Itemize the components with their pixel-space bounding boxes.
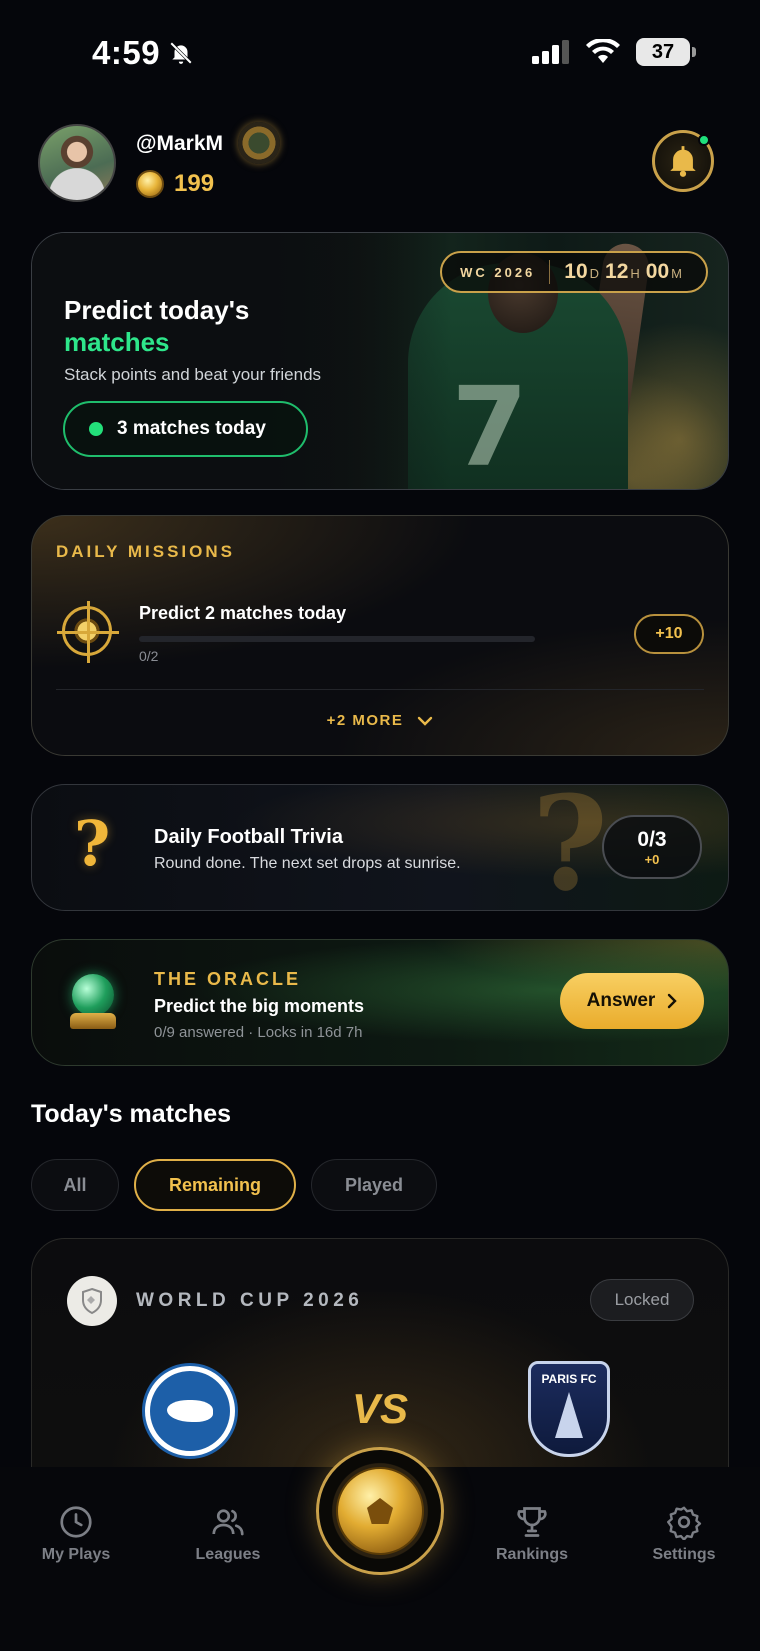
match-filter-tabs: All Remaining Played [31,1159,437,1211]
tab-remaining[interactable]: Remaining [134,1159,296,1211]
coin-amount: 199 [174,170,215,197]
chevron-right-icon [668,993,678,1009]
coin-balance: 199 [136,170,214,198]
muted-bell-icon [170,42,192,64]
battery-level: 37 [651,40,675,63]
nav-settings[interactable]: Settings [624,1504,744,1564]
answer-button[interactable]: Answer [560,973,704,1029]
tab-played[interactable]: Played [311,1159,437,1211]
trivia-card[interactable]: ? ? Daily Football Trivia Round done. Th… [31,784,729,911]
versus-label: VS [351,1385,409,1432]
countdown-time: 10 D 12 H 00 M [564,260,688,284]
missions-divider [56,689,704,690]
chevron-down-icon [418,716,433,726]
trivia-subtitle: Round done. The next set drops at sunris… [154,855,461,872]
countdown-days: 10 [564,260,588,283]
hero-title: Predict today's [64,295,250,325]
tab-all[interactable]: All [31,1159,119,1211]
oracle-subtitle: 0/9 answered · Locks in 16d 7h [154,1024,363,1041]
eiffel-tower-icon [555,1392,583,1438]
username: @MarkM [136,132,223,155]
battery-icon: 37 [636,38,696,66]
crystal-ball-icon [72,974,114,1016]
countdown-badge: WC 2026 10 D 12 H 00 M [440,251,708,293]
cellular-signal-icon [532,40,569,64]
mission-reward: +10 [634,614,704,654]
competition-name: WORLD CUP 2026 [136,1290,364,1311]
users-icon [212,1509,244,1536]
away-team-crest: PARIS FC [528,1361,610,1457]
countdown-minutes-unit: M [671,266,682,281]
rank-badge-icon[interactable] [238,122,280,164]
gear-icon [667,1506,702,1540]
hero-card[interactable]: 7 WC 2026 10 D 12 H 00 M Predict today's matc… [31,232,729,490]
bell-icon [670,146,696,177]
trivia-score: 0/3 [637,827,667,851]
countdown-label: WC 2026 [460,264,536,280]
more-missions-label: +2 MORE [326,712,404,729]
countdown-days-unit: D [589,266,600,281]
status-indicators: 37 [532,38,696,66]
live-dot [89,422,103,436]
avatar[interactable] [38,124,116,202]
nav-my-plays-label: My Plays [41,1546,111,1563]
nav-my-plays[interactable]: My Plays [16,1504,136,1564]
oracle-card[interactable]: THE ORACLE Predict the big moments 0/9 a… [31,939,729,1066]
shield-icon [82,1287,102,1315]
coin-icon [136,170,164,198]
oracle-label: THE ORACLE [154,969,301,989]
wifi-icon [586,39,620,63]
trivia-title: Daily Football Trivia [154,826,343,848]
play-ball-button[interactable] [316,1447,444,1575]
away-crest-text: PARIS FC [541,1372,597,1386]
status-badge: Locked [590,1279,694,1321]
competition-logo-icon [67,1276,117,1326]
missions-title: DAILY MISSIONS [56,542,235,561]
matches-today-label: 3 matches today [117,418,266,439]
hero-title-highlight: matches [64,327,170,357]
nav-settings-label: Settings [652,1546,716,1563]
mission-progress-text: 0/2 [139,648,159,664]
oracle-title: Predict the big moments [154,996,365,1016]
countdown-hours-unit: H [630,266,640,281]
mission-name: Predict 2 matches today [139,603,347,623]
trophy-icon [517,1507,547,1537]
question-background-icon: ? [531,784,608,911]
countdown-divider [549,260,551,284]
matches-section-title: Today's matches [31,1100,231,1128]
football-panel [367,1498,393,1524]
answer-button-label: Answer [586,990,656,1011]
mission-progress-bar [139,636,535,642]
countdown-minutes: 00 [645,260,670,283]
football-icon [336,1467,424,1555]
nav-leagues-label: Leagues [195,1546,261,1563]
trivia-score-badge: 0/3 +0 [602,815,702,879]
question-mark-icon: ? [74,807,111,880]
clock-icon [60,1506,92,1538]
hero-subtitle: Stack points and beat your friends [64,365,322,384]
daily-missions-card: DAILY MISSIONS Predict 2 matches today 0… [31,515,729,756]
countdown-hours: 12 [605,260,629,283]
notification-dot [698,134,710,146]
matches-today-button[interactable]: 3 matches today [63,401,308,457]
nav-leagues[interactable]: Leagues [168,1504,288,1564]
crystal-ball-base [70,1013,116,1029]
more-missions-button[interactable]: +2 MORE [32,712,728,729]
status-time-text: 4:59 [92,34,161,71]
nav-rankings-label: Rankings [495,1546,568,1563]
nav-rankings[interactable]: Rankings [472,1504,592,1564]
target-icon [57,601,119,663]
jersey-number: 7 [451,363,528,490]
trivia-points: +0 [644,851,660,867]
status-time: 4:59 [92,34,194,72]
